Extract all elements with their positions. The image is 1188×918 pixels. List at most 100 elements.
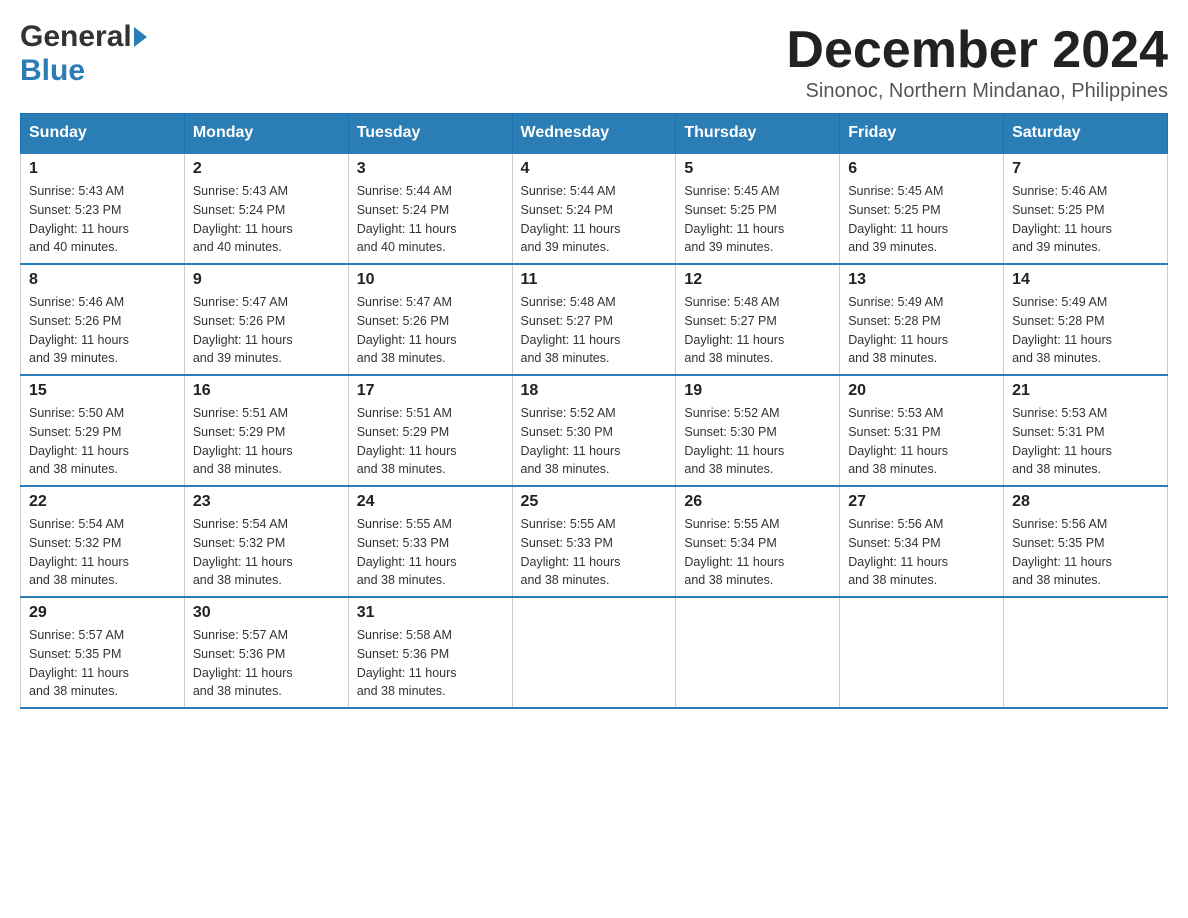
day-cell-7: 7 Sunrise: 5:46 AMSunset: 5:25 PMDaylight… (1004, 153, 1168, 264)
week-row-3: 15Sunrise: 5:50 AMSunset: 5:29 PMDayligh… (21, 375, 1168, 486)
day-info: Sunrise: 5:54 AMSunset: 5:32 PMDaylight:… (193, 515, 340, 590)
day-info: Sunrise: 5:53 AMSunset: 5:31 PMDaylight:… (1012, 404, 1159, 479)
week-row-2: 8Sunrise: 5:46 AMSunset: 5:26 PMDaylight… (21, 264, 1168, 375)
day-number: 12 (684, 271, 831, 289)
header-cell-wednesday: Wednesday (512, 114, 676, 154)
day-cell-5: 5 Sunrise: 5:45 AMSunset: 5:25 PMDaylight… (676, 153, 840, 264)
day-info: Sunrise: 5:44 AMSunset: 5:24 PMDaylight:… (357, 182, 504, 257)
day-number: 5 (684, 160, 831, 178)
day-number: 26 (684, 493, 831, 511)
title-block: December 2024 Sinonoc, Northern Mindanao… (786, 20, 1168, 103)
day-cell-17: 17Sunrise: 5:51 AMSunset: 5:29 PMDayligh… (348, 375, 512, 486)
day-number: 31 (357, 604, 504, 622)
day-info: Sunrise: 5:47 AMSunset: 5:26 PMDaylight:… (193, 293, 340, 368)
day-info: Sunrise: 5:46 AMSunset: 5:26 PMDaylight:… (29, 293, 176, 368)
day-info: Sunrise: 5:51 AMSunset: 5:29 PMDaylight:… (193, 404, 340, 479)
day-number: 13 (848, 271, 995, 289)
empty-cell (512, 597, 676, 708)
header-cell-friday: Friday (840, 114, 1004, 154)
day-number: 14 (1012, 271, 1159, 289)
day-info: Sunrise: 5:55 AMSunset: 5:33 PMDaylight:… (357, 515, 504, 590)
day-cell-20: 20 Sunrise: 5:53 AMSunset: 5:31 PMDayligh… (840, 375, 1004, 486)
day-number: 29 (29, 604, 176, 622)
day-number: 20 (848, 382, 995, 400)
day-number: 2 (193, 160, 340, 178)
calendar-header: SundayMondayTuesdayWednesdayThursdayFrid… (21, 114, 1168, 154)
day-number: 22 (29, 493, 176, 511)
day-number: 18 (521, 382, 668, 400)
day-cell-23: 23 Sunrise: 5:54 AMSunset: 5:32 PMDayligh… (184, 486, 348, 597)
location-subtitle: Sinonoc, Northern Mindanao, Philippines (786, 80, 1168, 103)
calendar-table: SundayMondayTuesdayWednesdayThursdayFrid… (20, 113, 1168, 709)
day-cell-9: 9 Sunrise: 5:47 AMSunset: 5:26 PMDaylight… (184, 264, 348, 375)
logo: General Blue (20, 20, 147, 88)
day-number: 7 (1012, 160, 1159, 178)
day-cell-1: 1 Sunrise: 5:43 AMSunset: 5:23 PMDaylight… (21, 153, 185, 264)
day-info: Sunrise: 5:54 AMSunset: 5:32 PMDaylight:… (29, 515, 176, 590)
day-cell-29: 29 Sunrise: 5:57 AMSunset: 5:35 PMDayligh… (21, 597, 185, 708)
day-number: 17 (357, 382, 504, 400)
day-cell-13: 13Sunrise: 5:49 AMSunset: 5:28 PMDayligh… (840, 264, 1004, 375)
day-number: 9 (193, 271, 340, 289)
header-cell-saturday: Saturday (1004, 114, 1168, 154)
day-info: Sunrise: 5:47 AMSunset: 5:26 PMDaylight:… (357, 293, 504, 368)
day-cell-16: 16 Sunrise: 5:51 AMSunset: 5:29 PMDayligh… (184, 375, 348, 486)
day-cell-15: 15Sunrise: 5:50 AMSunset: 5:29 PMDayligh… (21, 375, 185, 486)
day-number: 19 (684, 382, 831, 400)
day-number: 3 (357, 160, 504, 178)
day-number: 6 (848, 160, 995, 178)
day-info: Sunrise: 5:49 AMSunset: 5:28 PMDaylight:… (1012, 293, 1159, 368)
day-cell-12: 12 Sunrise: 5:48 AMSunset: 5:27 PMDayligh… (676, 264, 840, 375)
week-row-1: 1 Sunrise: 5:43 AMSunset: 5:23 PMDaylight… (21, 153, 1168, 264)
header-cell-monday: Monday (184, 114, 348, 154)
day-number: 21 (1012, 382, 1159, 400)
logo-arrow-icon (134, 27, 147, 47)
day-info: Sunrise: 5:56 AMSunset: 5:34 PMDaylight:… (848, 515, 995, 590)
day-cell-31: 31 Sunrise: 5:58 AMSunset: 5:36 PMDayligh… (348, 597, 512, 708)
day-info: Sunrise: 5:45 AMSunset: 5:25 PMDaylight:… (848, 182, 995, 257)
day-number: 23 (193, 493, 340, 511)
day-info: Sunrise: 5:44 AMSunset: 5:24 PMDaylight:… (521, 182, 668, 257)
day-info: Sunrise: 5:53 AMSunset: 5:31 PMDaylight:… (848, 404, 995, 479)
day-number: 30 (193, 604, 340, 622)
day-number: 1 (29, 160, 176, 178)
day-cell-18: 18 Sunrise: 5:52 AMSunset: 5:30 PMDayligh… (512, 375, 676, 486)
week-row-4: 22 Sunrise: 5:54 AMSunset: 5:32 PMDayligh… (21, 486, 1168, 597)
day-cell-8: 8Sunrise: 5:46 AMSunset: 5:26 PMDaylight… (21, 264, 185, 375)
day-info: Sunrise: 5:43 AMSunset: 5:23 PMDaylight:… (29, 182, 176, 257)
calendar-body: 1 Sunrise: 5:43 AMSunset: 5:23 PMDaylight… (21, 153, 1168, 708)
day-info: Sunrise: 5:57 AMSunset: 5:35 PMDaylight:… (29, 626, 176, 701)
day-cell-6: 6 Sunrise: 5:45 AMSunset: 5:25 PMDaylight… (840, 153, 1004, 264)
day-cell-11: 11Sunrise: 5:48 AMSunset: 5:27 PMDayligh… (512, 264, 676, 375)
day-info: Sunrise: 5:46 AMSunset: 5:25 PMDaylight:… (1012, 182, 1159, 257)
day-cell-2: 2Sunrise: 5:43 AMSunset: 5:24 PMDaylight… (184, 153, 348, 264)
day-number: 11 (521, 271, 668, 289)
day-cell-30: 30 Sunrise: 5:57 AMSunset: 5:36 PMDayligh… (184, 597, 348, 708)
header-cell-thursday: Thursday (676, 114, 840, 154)
day-number: 10 (357, 271, 504, 289)
day-number: 16 (193, 382, 340, 400)
day-info: Sunrise: 5:45 AMSunset: 5:25 PMDaylight:… (684, 182, 831, 257)
day-info: Sunrise: 5:55 AMSunset: 5:34 PMDaylight:… (684, 515, 831, 590)
day-cell-26: 26 Sunrise: 5:55 AMSunset: 5:34 PMDayligh… (676, 486, 840, 597)
header-cell-sunday: Sunday (21, 114, 185, 154)
day-cell-25: 25 Sunrise: 5:55 AMSunset: 5:33 PMDayligh… (512, 486, 676, 597)
logo-general-text: General (20, 20, 132, 54)
day-info: Sunrise: 5:56 AMSunset: 5:35 PMDaylight:… (1012, 515, 1159, 590)
day-cell-19: 19Sunrise: 5:52 AMSunset: 5:30 PMDayligh… (676, 375, 840, 486)
day-info: Sunrise: 5:52 AMSunset: 5:30 PMDaylight:… (521, 404, 668, 479)
day-info: Sunrise: 5:57 AMSunset: 5:36 PMDaylight:… (193, 626, 340, 701)
logo-blue-text: Blue (20, 54, 85, 88)
empty-cell (840, 597, 1004, 708)
day-number: 25 (521, 493, 668, 511)
day-number: 27 (848, 493, 995, 511)
header-row: SundayMondayTuesdayWednesdayThursdayFrid… (21, 114, 1168, 154)
week-row-5: 29 Sunrise: 5:57 AMSunset: 5:35 PMDayligh… (21, 597, 1168, 708)
day-info: Sunrise: 5:58 AMSunset: 5:36 PMDaylight:… (357, 626, 504, 701)
day-cell-27: 27 Sunrise: 5:56 AMSunset: 5:34 PMDayligh… (840, 486, 1004, 597)
day-info: Sunrise: 5:48 AMSunset: 5:27 PMDaylight:… (684, 293, 831, 368)
day-number: 15 (29, 382, 176, 400)
day-info: Sunrise: 5:55 AMSunset: 5:33 PMDaylight:… (521, 515, 668, 590)
day-cell-21: 21 Sunrise: 5:53 AMSunset: 5:31 PMDayligh… (1004, 375, 1168, 486)
day-number: 24 (357, 493, 504, 511)
